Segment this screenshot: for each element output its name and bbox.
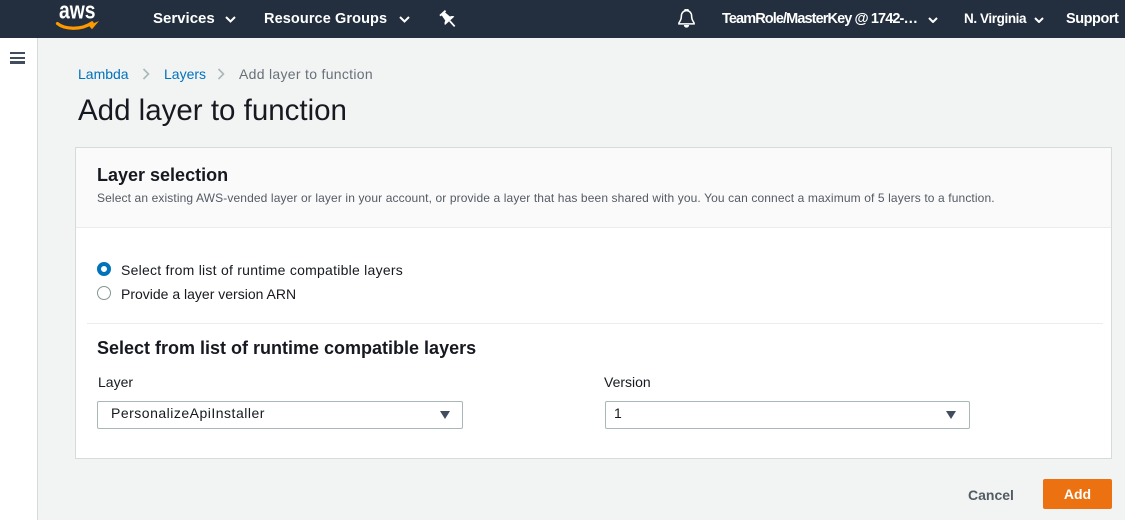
svg-text:aws: aws xyxy=(59,3,96,25)
